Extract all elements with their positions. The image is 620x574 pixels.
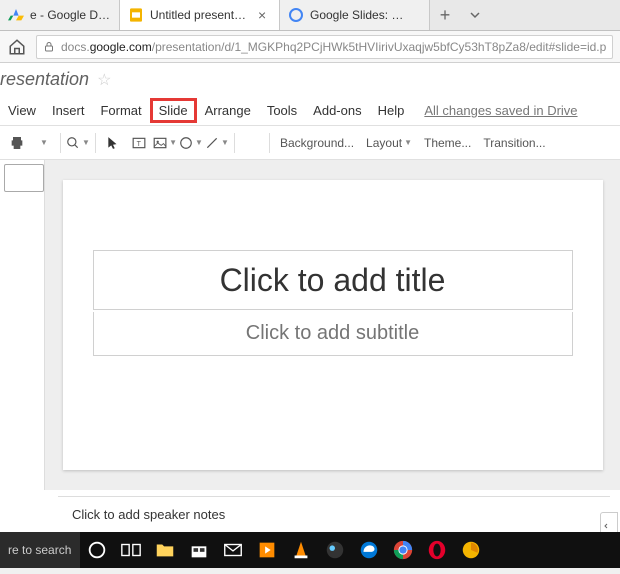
taskview-icon[interactable] <box>114 532 148 568</box>
notes-placeholder: Click to add speaker notes <box>72 507 225 522</box>
file-explorer-icon[interactable] <box>148 532 182 568</box>
tabs-dropdown-icon[interactable] <box>460 0 490 30</box>
url-text: docs.google.com/presentation/d/1_MGKPhq2… <box>61 40 606 54</box>
browser-tab[interactable]: Google Slides: Sign-in <box>280 0 430 30</box>
save-status[interactable]: All changes saved in Drive <box>424 103 577 118</box>
menu-insert[interactable]: Insert <box>44 99 93 122</box>
menu-view[interactable]: View <box>0 99 44 122</box>
zoom-icon[interactable]: ▼ <box>66 131 90 155</box>
cortana-icon[interactable] <box>80 532 114 568</box>
drive-icon <box>8 7 24 23</box>
store-icon[interactable] <box>182 532 216 568</box>
address-bar: docs.google.com/presentation/d/1_MGKPhq2… <box>0 31 620 63</box>
menu-help[interactable]: Help <box>370 99 413 122</box>
menu-slide[interactable]: Slide <box>150 98 197 123</box>
background-button[interactable]: Background... <box>274 136 360 150</box>
menu-tools[interactable]: Tools <box>259 99 305 122</box>
slides-icon <box>128 7 144 23</box>
doc-header: resentation ☆ <box>0 63 620 96</box>
browser-tab[interactable]: e - Google Drive <box>0 0 120 30</box>
menu-arrange[interactable]: Arrange <box>197 99 259 122</box>
lock-icon <box>43 41 55 53</box>
title-placeholder[interactable]: Click to add title <box>93 250 573 310</box>
app-icon[interactable] <box>318 532 352 568</box>
menu-addons[interactable]: Add-ons <box>305 99 369 122</box>
mail-icon[interactable] <box>216 532 250 568</box>
subtitle-placeholder[interactable]: Click to add subtitle <box>93 312 573 356</box>
shape-icon[interactable]: ▼ <box>179 131 203 155</box>
star-icon[interactable]: ☆ <box>97 70 111 90</box>
layout-button[interactable]: Layout▼ <box>360 136 418 150</box>
url-field[interactable]: docs.google.com/presentation/d/1_MGKPhq2… <box>36 35 613 59</box>
doc-title[interactable]: resentation <box>0 69 89 90</box>
browser-tab-strip: e - Google Drive Untitled presentation -… <box>0 0 620 31</box>
menu-bar: View Insert Format Slide Arrange Tools A… <box>0 96 620 126</box>
chrome-icon[interactable] <box>386 532 420 568</box>
tab-title: Google Slides: Sign-in <box>310 8 410 22</box>
workspace: Click to add title Click to add subtitle <box>0 160 620 490</box>
google-icon <box>288 7 304 23</box>
print-icon[interactable] <box>5 131 29 155</box>
media-icon[interactable] <box>250 532 284 568</box>
toolbar: ▼ ▼ T ▼ ▼ ▼ Background... Layout▼ Theme.… <box>0 126 620 160</box>
slide-thumbnail-panel <box>0 160 45 490</box>
browser-tab[interactable]: Untitled presentation - × <box>120 0 280 30</box>
subtitle-text: Click to add subtitle <box>246 322 419 345</box>
canvas-area[interactable]: Click to add title Click to add subtitle <box>45 160 620 490</box>
comment-icon[interactable] <box>240 131 264 155</box>
transition-button[interactable]: Transition... <box>477 136 551 150</box>
app-icon-2[interactable] <box>454 532 488 568</box>
svg-text:T: T <box>137 140 142 147</box>
opera-icon[interactable] <box>420 532 454 568</box>
menu-format[interactable]: Format <box>92 99 149 122</box>
new-tab-button[interactable]: + <box>430 0 460 30</box>
tab-title: e - Google Drive <box>30 8 111 22</box>
edge-icon[interactable] <box>352 532 386 568</box>
select-icon[interactable] <box>101 131 125 155</box>
close-icon[interactable]: × <box>258 7 266 23</box>
title-text: Click to add title <box>220 262 446 299</box>
vlc-icon[interactable] <box>284 532 318 568</box>
line-icon[interactable]: ▼ <box>205 131 229 155</box>
undo-icon[interactable]: ▼ <box>31 131 55 155</box>
home-button[interactable] <box>8 35 26 59</box>
windows-taskbar: re to search <box>0 532 620 568</box>
slide-thumbnail[interactable] <box>4 164 44 192</box>
taskbar-search[interactable]: re to search <box>0 532 80 568</box>
image-icon[interactable]: ▼ <box>153 131 177 155</box>
slide-canvas[interactable]: Click to add title Click to add subtitle <box>63 180 603 470</box>
tab-title: Untitled presentation - <box>150 8 250 22</box>
textbox-icon[interactable]: T <box>127 131 151 155</box>
theme-button[interactable]: Theme... <box>418 136 477 150</box>
